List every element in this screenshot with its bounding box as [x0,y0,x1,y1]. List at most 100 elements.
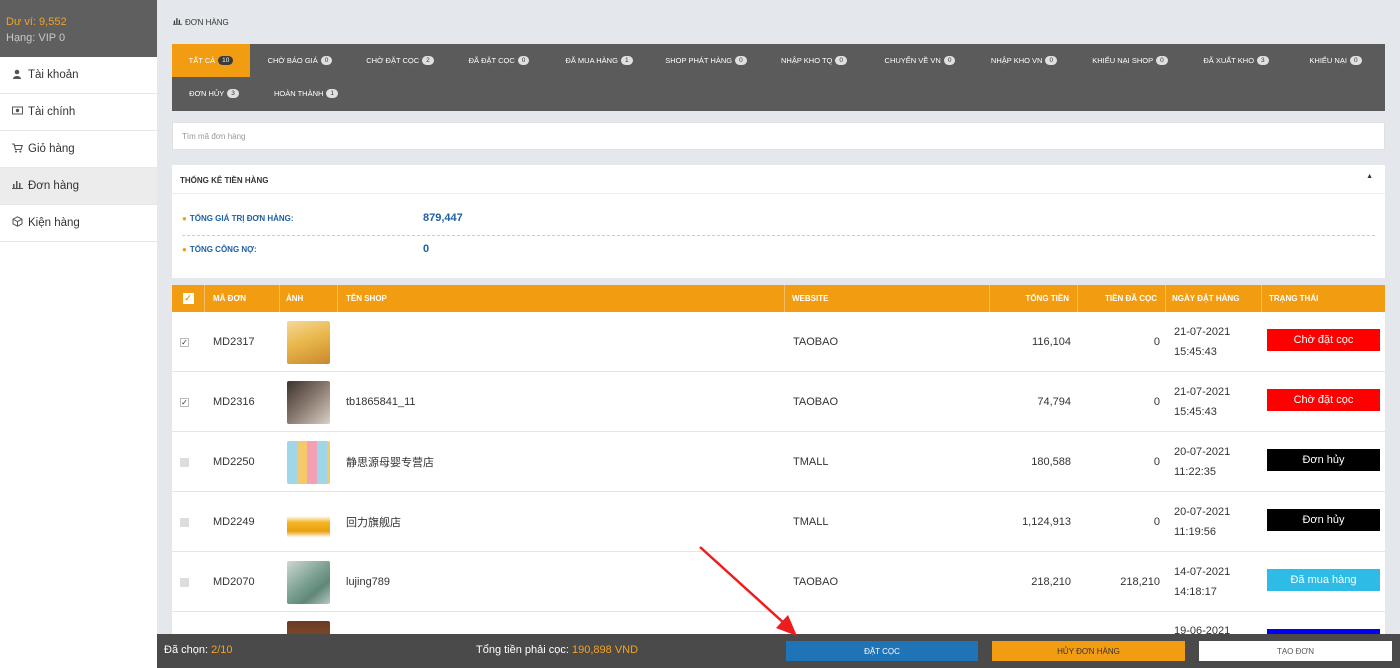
order-date: 20-07-2021 11:19:56 [1174,492,1230,552]
tab-cancelled[interactable]: ĐƠN HỦY 3 [172,77,256,110]
stat-label-text: TỔNG CÔNG NỢ: [189,245,257,254]
table-row[interactable]: ✓ MD2317 TAOBAO 116,104 0 21-07-2021 15:4… [172,312,1385,372]
breadcrumb: ĐƠN HÀNG [172,17,229,27]
count-badge: 1 [620,56,633,65]
row-checkbox[interactable]: ✓ [180,397,189,407]
bullet-dot: ● [182,245,187,254]
select-all-checkbox[interactable]: ✓ [182,293,194,304]
tab-deposited[interactable]: ĐÃ ĐẶT CỌC 0 [450,44,548,77]
money-icon [10,106,24,118]
chart-bar-icon [10,180,24,192]
package-icon [10,216,24,230]
tab-dispatched[interactable]: ĐÃ XUẤT KHO 3 [1186,44,1286,77]
order-code[interactable]: MD2250 [213,432,255,492]
tab-shop-shipped[interactable]: SHOP PHÁT HÀNG 0 [650,44,762,77]
tab-vn-warehouse[interactable]: NHẬP KHO VN 0 [974,44,1074,77]
status-badge: Đơn hủy [1267,449,1380,471]
tab-label: KHIẾU NẠI SHOP [1092,56,1154,65]
create-order-button[interactable]: TẠO ĐƠN [1199,641,1392,661]
status-badge: Đã mua hàng [1267,569,1380,591]
stat-total-value: 879,447 [423,212,463,224]
count-badge: 2 [422,56,434,65]
sidebar-item-packages[interactable]: Kiện hàng [0,205,157,242]
product-thumbnail[interactable] [287,492,330,552]
table-row[interactable]: MD2070 lujing789 TAOBAO 218,210 218,210 … [172,552,1385,612]
row-checkbox[interactable]: ✓ [180,337,189,347]
deposit-total-label: Tổng tiền phải cọc: [476,644,569,656]
table-row[interactable]: ✓ MD2316 tb1865841_11 TAOBAO 74,794 0 21… [172,372,1385,432]
tab-awaiting-deposit[interactable]: CHỜ ĐẶT CỌC 2 [350,44,450,77]
sidebar-item-finance[interactable]: Tài chính [0,94,157,131]
order-date-day: 20-07-2021 [1174,506,1231,518]
product-thumbnail[interactable] [287,552,330,612]
tab-all[interactable]: TẤT CẢ 10 [172,44,250,77]
website-name: TAOBAO [793,396,839,408]
table-row[interactable]: 19-06-2021 [172,612,1385,634]
deposit-amount: 218,210 [1120,576,1160,588]
tab-purchased[interactable]: ĐÃ MUA HÀNG 1 [548,44,650,77]
header-website: WEBSITE [785,285,990,312]
sidebar-item-orders[interactable]: Đơn hàng [0,168,157,205]
count-badge: 1 [326,89,339,98]
stat-label-text: TỔNG GIÁ TRỊ ĐƠN HÀNG: [189,214,294,223]
order-date-time: 11:22:35 [1174,466,1217,478]
member-rank: Hạng: VIP 0 [6,32,66,44]
stats-title: THỐNG KÊ TIỀN HÀNG [180,176,269,185]
product-thumbnail[interactable] [287,612,330,634]
tab-completed[interactable]: HOÀN THÀNH 1 [256,77,356,110]
sidebar-item-label: Tài khoản [28,69,79,81]
stats-header[interactable]: THỐNG KÊ TIỀN HÀNG ▲ [172,165,1385,194]
product-thumbnail[interactable] [287,372,330,432]
table-header: ✓ MÃ ĐƠN ẢNH TÊN SHOP WEBSITE TỔNG TIỀN … [172,285,1385,312]
order-date: 21-07-2021 15:45:43 [1174,312,1230,372]
order-code[interactable]: MD2316 [213,372,255,432]
deposit-total: Tổng tiền phải cọc: 190,898 VND [476,644,638,656]
tab-complaint[interactable]: KHIẾU NẠI 0 [1286,44,1385,77]
tab-awaiting-quote[interactable]: CHỜ BÁO GIÁ 0 [250,44,350,77]
order-code[interactable]: MD2317 [213,312,255,372]
order-date-time: 11:19:56 [1174,526,1217,538]
table-row[interactable]: MD2249 回力旗舰店 TMALL 1,124,913 0 20-07-202… [172,492,1385,552]
stats-panel: THỐNG KÊ TIỀN HÀNG ▲ ● TỔNG GIÁ TRỊ ĐƠN H… [172,165,1385,278]
page-title: ĐƠN HÀNG [185,17,229,27]
cart-icon [10,142,24,156]
total-amount: 218,210 [1031,576,1071,588]
shop-name: lujing789 [346,576,391,588]
order-search-input[interactable]: Tìm mã đơn hàng [172,122,1385,150]
total-amount: 180,588 [1031,456,1071,468]
header-image: ẢNH [280,285,338,312]
order-date-time: 14:18:17 [1174,586,1217,598]
total-amount: 74,794 [1037,396,1071,408]
count-badge: 0 [1349,56,1362,65]
tab-shipping-to-vn[interactable]: CHUYỂN VỀ VN 0 [866,44,974,77]
total-amount: 1,124,913 [1022,516,1071,528]
deposit-amount: 0 [1153,396,1160,408]
selected-label: Đã chọn: [164,644,209,656]
row-checkbox[interactable] [180,457,189,467]
count-badge: 10 [218,56,234,65]
order-code[interactable]: MD2249 [213,492,255,552]
tab-shop-complaint[interactable]: KHIẾU NẠI SHOP 0 [1074,44,1186,77]
tab-cn-warehouse[interactable]: NHẬP KHO TQ 0 [762,44,866,77]
website-name: TMALL [793,456,829,468]
product-thumbnail[interactable] [287,312,330,372]
count-badge: 0 [1156,56,1168,65]
row-checkbox-cell: ✓ [180,312,189,372]
sidebar-item-account[interactable]: Tài khoản [0,57,157,94]
deposit-button[interactable]: ĐẶT CỌC [786,641,978,661]
product-thumbnail[interactable] [287,432,330,492]
order-date-time: 15:45:43 [1174,406,1217,418]
orders-table: ✓ MÃ ĐƠN ẢNH TÊN SHOP WEBSITE TỔNG TIỀN … [172,285,1385,634]
cancel-order-button[interactable]: HỦY ĐƠN HÀNG [992,641,1185,661]
table-row[interactable]: MD2250 静思源母婴专营店 TMALL 180,588 0 20-07-20… [172,432,1385,492]
row-checkbox[interactable] [180,517,189,527]
order-date-time: 15:45:43 [1174,346,1217,358]
website-name: TMALL [793,516,829,528]
total-amount: 116,104 [1032,336,1071,348]
tab-label: NHẬP KHO TQ [780,56,833,65]
order-code[interactable]: MD2070 [213,552,255,612]
row-checkbox[interactable] [180,577,189,587]
status-badge: Chờ đặt cọc [1267,329,1380,351]
sidebar-item-cart[interactable]: Giỏ hàng [0,131,157,168]
collapse-caret-icon[interactable]: ▲ [1366,173,1373,180]
